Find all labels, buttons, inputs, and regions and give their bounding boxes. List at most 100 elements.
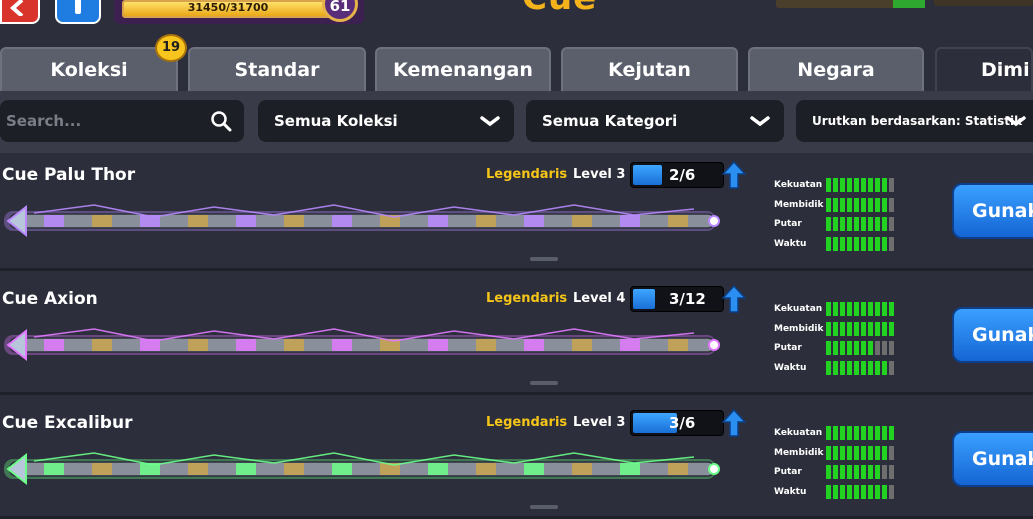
stat-segment — [833, 236, 838, 251]
stat-segment — [847, 302, 852, 316]
pieces-progress-fill — [633, 289, 655, 309]
stat-segment — [833, 302, 838, 316]
chevron-down-icon — [750, 116, 770, 127]
stat-segment — [861, 197, 866, 212]
category-dropdown-value: Semua Kategori — [542, 112, 678, 130]
info-button[interactable] — [55, 0, 101, 24]
stat-segment — [861, 484, 866, 499]
cue-level: Level 4 — [573, 291, 626, 306]
stat-segment — [882, 321, 887, 336]
cue-image[interactable] — [4, 441, 720, 497]
tab-dimi[interactable]: Dimi — [935, 47, 1033, 91]
cue-ornament — [284, 339, 304, 351]
stat-segment — [833, 321, 838, 336]
currency-panel[interactable] — [776, 0, 898, 8]
stat-segment — [882, 197, 887, 212]
cue-ornament — [620, 463, 640, 475]
search-input[interactable]: Search... — [0, 100, 244, 142]
tab-standar[interactable]: Standar — [188, 47, 366, 91]
cue-name: Cue Excalibur — [2, 413, 133, 433]
stat-segment — [854, 445, 859, 460]
pieces-count: 3/6 — [669, 414, 696, 432]
tab-negara[interactable]: Negara — [748, 47, 924, 91]
stat-segment — [840, 341, 845, 355]
stat-segment — [889, 445, 894, 460]
stat-segment — [861, 217, 866, 231]
upgrade-arrow-icon[interactable] — [722, 285, 746, 313]
notification-badge: 19 — [155, 34, 187, 62]
stat-segment — [847, 178, 852, 192]
cue-ornament — [92, 463, 112, 475]
collection-dropdown[interactable]: Semua Koleksi — [258, 100, 514, 142]
tab-kejutan[interactable]: Kejutan — [561, 47, 738, 91]
info-icon — [75, 0, 81, 14]
cue-level: Level 3 — [573, 167, 626, 182]
stat-segment — [861, 360, 866, 375]
stat-segment — [826, 465, 831, 479]
page-title: Cue — [522, 0, 597, 18]
cue-rarity: Legendaris — [486, 291, 568, 306]
stat-segment — [833, 465, 838, 479]
cue-ornament — [572, 463, 592, 475]
stat-segment — [840, 360, 845, 375]
stat-segment — [833, 178, 838, 192]
stat-segment — [868, 426, 873, 440]
stat-segment — [868, 360, 873, 375]
stat-segment — [875, 465, 880, 479]
pieces-progress: 3/12 — [630, 286, 724, 312]
stat-label: Waktu — [774, 238, 807, 249]
stat-segment — [854, 360, 859, 375]
expand-handle[interactable] — [530, 505, 558, 509]
cue-card: Cue Excalibur Legendaris Level 3 3/6 Kek… — [0, 401, 1033, 519]
expand-handle[interactable] — [530, 381, 558, 385]
tab-kemenangan[interactable]: Kemenangan — [375, 47, 551, 91]
cue-ornament — [476, 339, 496, 351]
category-dropdown[interactable]: Semua Kategori — [526, 100, 784, 142]
stat-segment — [861, 445, 866, 460]
stat-segment — [854, 217, 859, 231]
cue-ornament — [620, 339, 640, 351]
cue-name: Cue Axion — [2, 289, 98, 309]
cue-rarity: Legendaris — [486, 167, 568, 182]
stat-segment — [826, 217, 831, 231]
cue-ornament — [428, 215, 448, 227]
upgrade-arrow-icon[interactable] — [722, 409, 746, 437]
cue-image[interactable] — [4, 317, 720, 373]
upgrade-arrow-icon[interactable] — [722, 161, 746, 189]
coins-panel[interactable] — [934, 0, 1033, 6]
stat-segment — [875, 321, 880, 336]
tab-koleksi[interactable]: Koleksi — [0, 47, 178, 91]
cue-ornament — [428, 463, 448, 475]
stat-segment — [847, 465, 852, 479]
stat-label: Putar — [774, 219, 802, 229]
use-button[interactable]: Gunakan — [952, 183, 1033, 239]
sort-dropdown[interactable]: Urutkan berdasarkan: Statistik — [796, 100, 1033, 142]
cue-ornament — [236, 215, 256, 227]
use-button[interactable]: Gunakan — [952, 431, 1033, 487]
use-button[interactable]: Gunakan — [952, 307, 1033, 363]
cue-ornament — [92, 215, 112, 227]
stat-segment — [826, 178, 831, 192]
stat-segment — [868, 302, 873, 316]
stat-segment — [889, 197, 894, 212]
stat-segment — [847, 426, 852, 440]
cue-image[interactable] — [4, 193, 720, 249]
back-button[interactable] — [0, 0, 40, 24]
cue-tip — [708, 215, 720, 227]
stat-segment — [826, 302, 831, 316]
cue-ornament — [572, 339, 592, 351]
stat-segment — [826, 360, 831, 375]
stat-segment — [861, 426, 866, 440]
cue-ornament — [236, 463, 256, 475]
cue-tip — [708, 339, 720, 351]
cue-ornament — [44, 463, 64, 475]
stat-segment — [833, 426, 838, 440]
add-currency-button[interactable] — [893, 0, 925, 8]
cue-ornament — [188, 215, 208, 227]
stat-segment — [847, 484, 852, 499]
cue-ornament — [332, 463, 352, 475]
stat-segment — [840, 484, 845, 499]
stat-label: Kekuatan — [774, 304, 823, 314]
expand-handle[interactable] — [530, 257, 558, 261]
stat-segment — [868, 465, 873, 479]
